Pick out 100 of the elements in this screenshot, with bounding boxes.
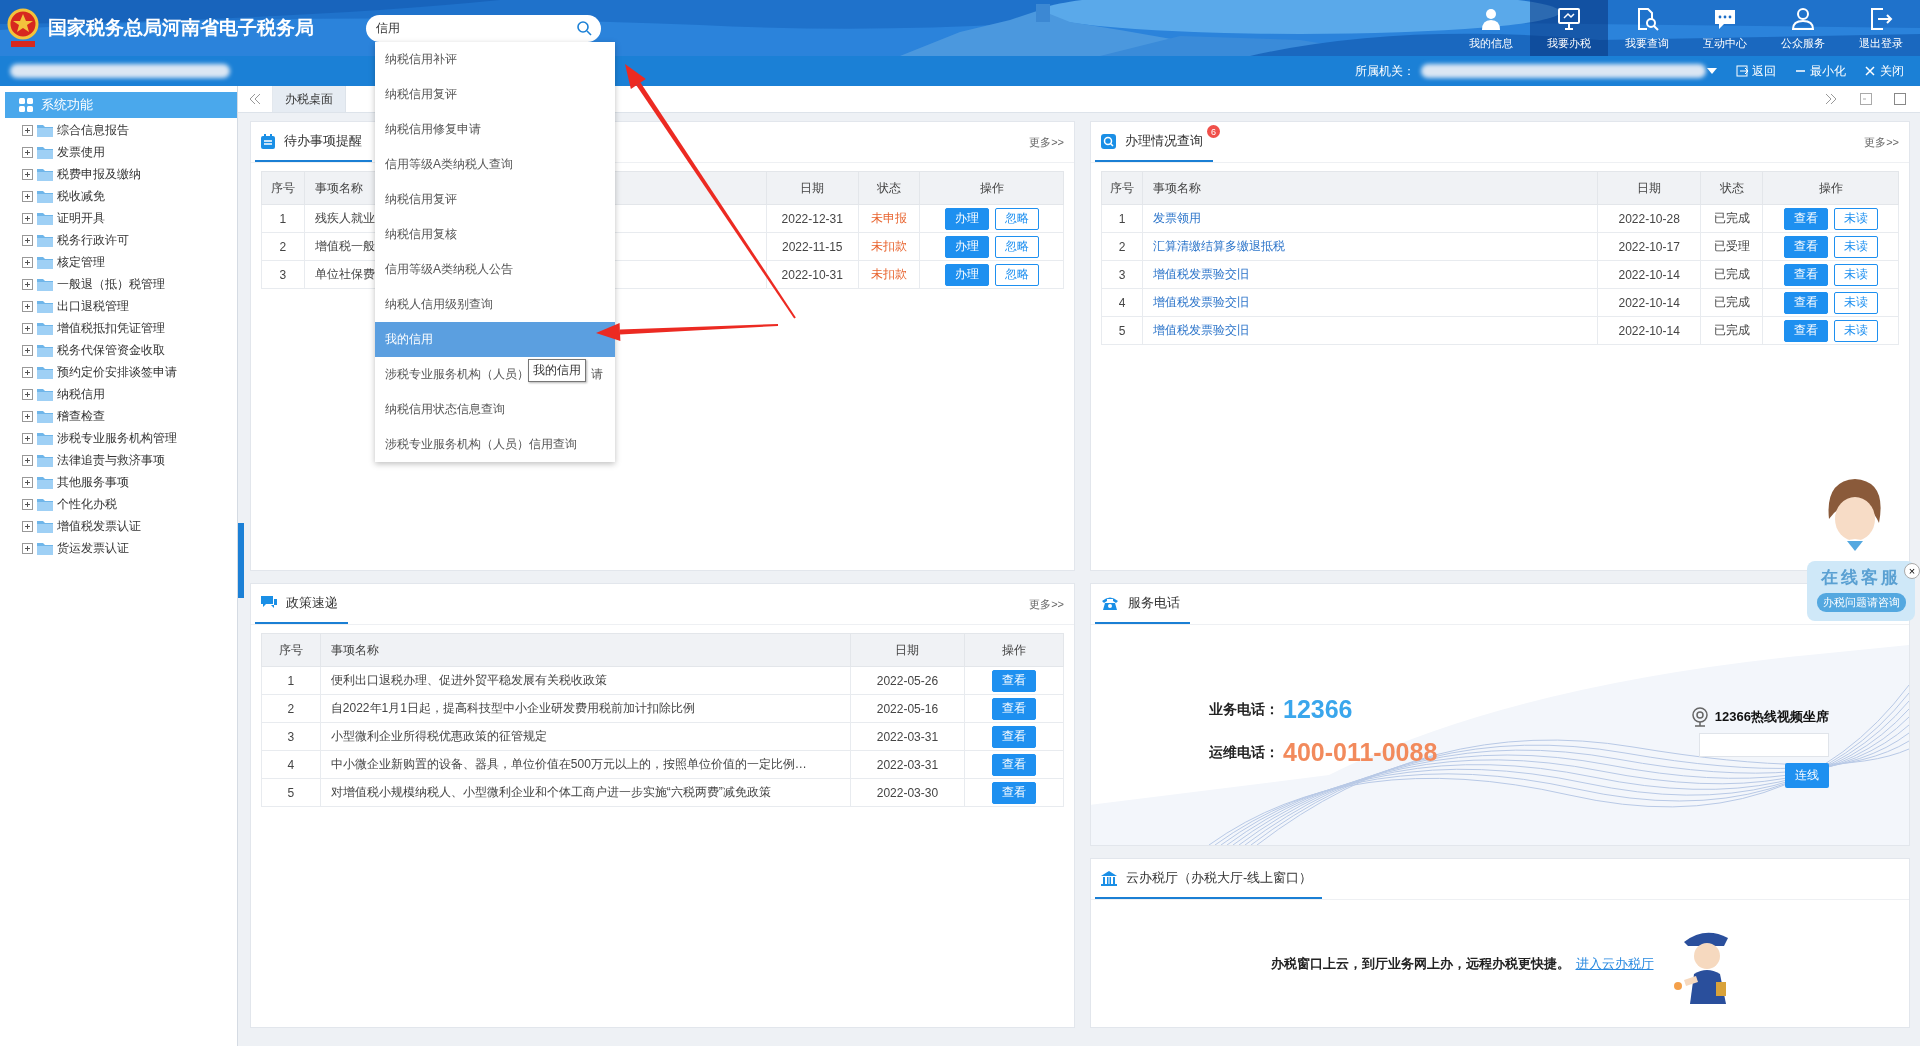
more-link[interactable]: 更多>> [1029, 134, 1064, 150]
nav-button[interactable]: 我的信息 [1452, 0, 1530, 56]
action-button[interactable]: 查看 [992, 669, 1037, 692]
action-button[interactable]: 查看 [1783, 235, 1828, 258]
expand-icon[interactable] [22, 190, 33, 202]
menu-item[interactable]: 货运发票认证 [57, 539, 129, 557]
dropdown-item[interactable]: 涉税专业服务机构（人员）信用查询 [375, 427, 615, 462]
column-header: 日期 [1597, 171, 1701, 205]
menu-item[interactable]: 综合信息报告 [57, 121, 129, 139]
item-link[interactable]: 汇算清缴结算多缴退抵税 [1152, 239, 1285, 253]
close-button[interactable]: × [1904, 563, 1920, 579]
double-chevron-right-icon[interactable] [1824, 93, 1838, 105]
expand-icon[interactable] [22, 278, 33, 290]
menu-item[interactable]: 其他服务事项 [57, 473, 129, 491]
expand-icon[interactable] [22, 300, 33, 312]
menu-item[interactable]: 出口退税管理 [57, 297, 129, 315]
action-button[interactable]: 查看 [1783, 291, 1828, 314]
action-button[interactable]: 忽略 [994, 207, 1039, 230]
menu-item[interactable]: 证明开具 [57, 209, 105, 227]
expand-icon[interactable] [22, 212, 33, 224]
action-button[interactable]: 查看 [1783, 263, 1828, 286]
cloud-hall-link[interactable]: 进入云办税厅 [1575, 954, 1654, 973]
phone-label: 业务电话： [1209, 700, 1279, 719]
dropdown-item[interactable]: 涉税专业服务机构（人员） 我的信用 请 [375, 357, 615, 392]
nav-button[interactable]: 互动中心 [1686, 0, 1764, 56]
double-chevron-left-icon[interactable] [248, 93, 262, 105]
dropdown-item[interactable]: 纳税信用补评 [375, 42, 615, 77]
menu-item[interactable]: 税务代保管资金收取 [57, 341, 165, 359]
dropdown-item[interactable]: 纳税信用复评 [375, 77, 615, 112]
nav-button[interactable]: 我要办税 [1530, 0, 1608, 56]
menu-item[interactable]: 涉税专业服务机构管理 [57, 429, 177, 447]
more-link[interactable]: 更多>> [1029, 596, 1064, 612]
nav-button[interactable]: 退出登录 [1842, 0, 1920, 56]
action-button[interactable]: 查看 [992, 781, 1037, 804]
menu-item[interactable]: 税费申报及缴纳 [57, 165, 141, 183]
expand-icon[interactable] [22, 366, 33, 378]
action-button[interactable]: 办理 [944, 207, 989, 230]
menu-item[interactable]: 一般退（抵）税管理 [57, 275, 165, 293]
menu-item[interactable]: 核定管理 [57, 253, 105, 271]
more-link[interactable]: 更多>> [1864, 134, 1899, 150]
item-link[interactable]: 增值税发票验交旧 [1152, 323, 1249, 337]
dropdown-item[interactable]: 纳税人信用级别查询 [375, 287, 615, 322]
action-button[interactable]: 查看 [1783, 319, 1828, 342]
expand-icon[interactable] [22, 146, 33, 158]
input-field[interactable] [1699, 733, 1829, 757]
menu-item[interactable]: 增值税发票认证 [57, 517, 141, 535]
column-header: 操作 [919, 171, 1064, 205]
action-button[interactable]: 未读 [1833, 319, 1878, 342]
expand-icon[interactable] [22, 124, 33, 136]
action-button[interactable]: 未读 [1833, 207, 1878, 230]
dropdown-item[interactable]: 纳税信用修复申请 [375, 112, 615, 147]
menu-item[interactable]: 稽查检查 [57, 407, 105, 425]
expand-icon[interactable] [22, 520, 33, 532]
connect-button[interactable]: 连线 [1785, 763, 1829, 788]
action-button[interactable]: 查看 [992, 753, 1037, 776]
expand-icon[interactable] [22, 168, 33, 180]
expand-icon[interactable] [22, 256, 33, 268]
nav-button[interactable]: 公众服务 [1764, 0, 1842, 56]
expand-icon[interactable] [22, 388, 33, 400]
action-button[interactable]: 查看 [992, 725, 1037, 748]
dropdown-item[interactable]: 纳税信用状态信息查询 [375, 392, 615, 427]
table-cell: 1 [261, 666, 321, 695]
item-link[interactable]: 增值税发票验交旧 [1152, 267, 1249, 281]
action-button[interactable]: 办理 [944, 263, 989, 286]
expand-icon[interactable] [22, 432, 33, 444]
search-icon[interactable] [576, 19, 592, 36]
action-button[interactable]: 办理 [944, 235, 989, 258]
action-button[interactable]: 未读 [1833, 235, 1878, 258]
expand-icon[interactable] [22, 454, 33, 466]
tab[interactable]: 办税桌面 [273, 86, 346, 112]
expand-icon[interactable] [22, 476, 33, 488]
action-button[interactable]: 忽略 [994, 263, 1039, 286]
expand-icon[interactable] [22, 344, 33, 356]
action-button[interactable]: 忽略 [994, 235, 1039, 258]
expand-icon[interactable] [22, 542, 33, 554]
expand-icon[interactable] [22, 234, 33, 246]
menu-item[interactable]: 预约定价安排谈签申请 [57, 363, 177, 381]
maximize-icon[interactable] [1894, 93, 1906, 105]
action-button[interactable]: 未读 [1833, 263, 1878, 286]
menu-item[interactable]: 税收减免 [57, 187, 105, 205]
expand-icon[interactable] [22, 410, 33, 422]
menu-item[interactable]: 税务行政许可 [57, 231, 129, 249]
expand-icon[interactable] [22, 498, 33, 510]
menu-item[interactable]: 法律追责与救济事项 [57, 451, 165, 469]
toolbar-button[interactable]: 关闭 [1864, 62, 1904, 80]
action-button[interactable]: 查看 [1783, 207, 1828, 230]
item-link[interactable]: 发票领用 [1152, 211, 1201, 225]
toolbar-button[interactable]: 返回 [1736, 62, 1776, 80]
menu-item[interactable]: 纳税信用 [57, 385, 105, 403]
action-button[interactable]: 查看 [992, 697, 1037, 720]
toolbar-button[interactable]: 最小化 [1794, 62, 1846, 80]
nav-button[interactable]: 我要查询 [1608, 0, 1686, 56]
menu-item[interactable]: 增值税抵扣凭证管理 [57, 319, 165, 337]
caret-icon[interactable] [1706, 67, 1718, 75]
collapse-handle[interactable] [238, 523, 244, 598]
action-button[interactable]: 未读 [1833, 291, 1878, 314]
menu-item[interactable]: 个性化办税 [57, 495, 117, 513]
item-link[interactable]: 增值税发票验交旧 [1152, 295, 1249, 309]
expand-icon[interactable] [22, 322, 33, 334]
menu-item[interactable]: 发票使用 [57, 143, 105, 161]
